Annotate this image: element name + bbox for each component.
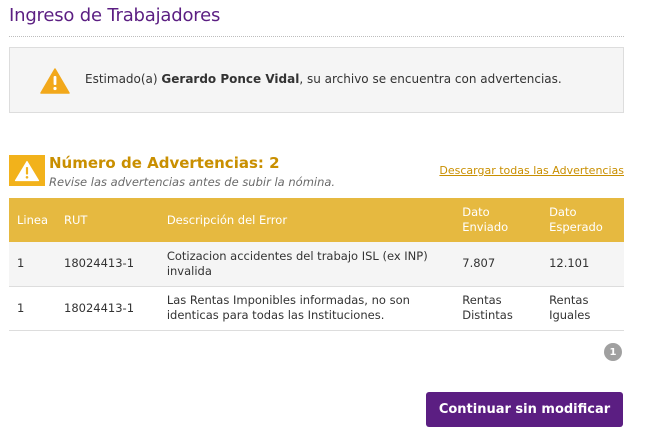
page-title: Ingreso de Trabajadores [9,5,221,26]
cell-rut: 18024413-1 [64,300,135,315]
column-header-dato-esperado: Dato Esperado [549,205,603,234]
warning-triangle-icon [40,68,70,94]
cell-linea: 1 [17,300,25,315]
cell-linea: 1 [17,256,25,271]
cell-dato-enviado: Rentas Distintas [462,293,513,322]
table-header-row: Linea RUT Descripción del Error Dato Env… [9,198,624,242]
cell-rut: 18024413-1 [64,256,135,271]
table-header: Linea RUT Descripción del Error Dato Env… [9,198,624,242]
cell-dato-enviado: 7.807 [462,256,496,271]
column-header-dato-enviado: Dato Enviado [462,205,509,234]
download-all-warnings-link[interactable]: Descargar todas las Advertencias [439,164,624,177]
notice-user-name: Gerardo Ponce Vidal [161,72,300,86]
notice-prefix: Estimado(a) [85,72,162,86]
cell-descripcion: Las Rentas Imponibles informadas, no son… [166,293,410,322]
notice-suffix: , su archivo se encuentra con advertenci… [299,72,562,86]
page: Ingreso de Trabajadores Estimado(a) Gera… [0,0,653,442]
cell-dato-esperado: Rentas Iguales [549,293,591,322]
warnings-header: Número de Advertencias: 2 Revise las adv… [9,154,624,191]
column-header-rut: RUT [64,212,88,227]
cell-descripcion: Cotizacion accidentes del trabajo ISL (e… [166,248,428,278]
pagination-page-button[interactable]: 1 [604,343,622,361]
column-header-descripcion: Descripción del Error [166,212,288,227]
warnings-table: Linea RUT Descripción del Error Dato Env… [9,198,624,331]
cell-dato-esperado: 12.101 [549,256,590,271]
warnings-count: Número de Advertencias: 2 [49,154,280,172]
table-body: 1 18024413-1 Cotizacion accidentes del t… [9,242,624,330]
warning-notice-box: Estimado(a) Gerardo Ponce Vidal, su arch… [9,47,624,113]
warning-triangle-icon [14,160,40,181]
table-row: 1 18024413-1 Las Rentas Imponibles infor… [9,286,624,330]
notice-message: Estimado(a) Gerardo Ponce Vidal, su arch… [85,72,562,86]
title-divider [9,36,624,37]
warnings-badge [9,155,45,186]
table-row: 1 18024413-1 Cotizacion accidentes del t… [9,242,624,286]
column-header-linea: Linea [17,212,49,227]
continue-without-changes-button[interactable]: Continuar sin modificar [426,392,623,427]
warnings-subtitle: Revise las advertencias antes de subir l… [49,175,336,189]
